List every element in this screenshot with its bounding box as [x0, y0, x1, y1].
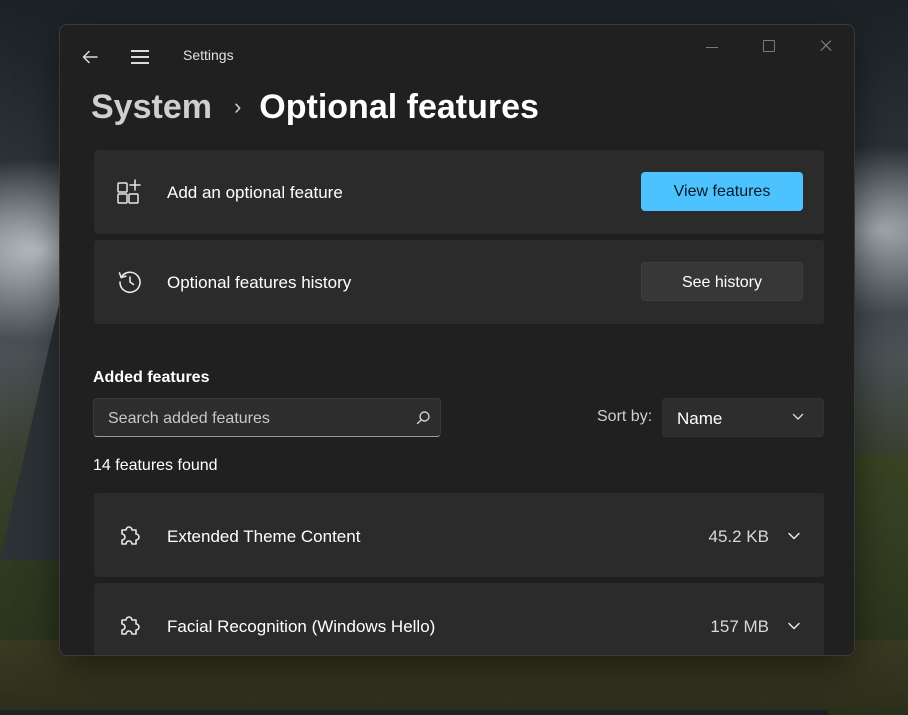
features-found-count: 14 features found: [93, 457, 218, 474]
search-added-features-box[interactable]: [93, 398, 441, 437]
puzzle-icon: [121, 616, 140, 635]
minimize-button[interactable]: [690, 33, 736, 61]
window-title: Settings: [183, 47, 234, 63]
close-button[interactable]: [803, 33, 849, 61]
add-optional-feature-label: Add an optional feature: [167, 183, 343, 202]
breadcrumb-separator-icon: ›: [233, 94, 242, 119]
optional-features-history-label: Optional features history: [167, 273, 352, 292]
breadcrumb-system-link[interactable]: System: [91, 88, 212, 127]
search-icon[interactable]: [415, 410, 431, 426]
add-apps-icon: [117, 179, 141, 204]
back-arrow-icon: [82, 50, 98, 64]
view-features-button[interactable]: View features: [641, 172, 803, 211]
back-button[interactable]: [78, 45, 102, 69]
add-optional-feature-card: Add an optional feature View features: [93, 149, 825, 235]
feature-row-extended-theme-content[interactable]: Extended Theme Content 45.2 KB: [93, 492, 825, 578]
puzzle-icon: [121, 526, 140, 545]
page-title: Optional features: [259, 87, 539, 126]
chevron-down-icon: [792, 413, 804, 420]
feature-name: Extended Theme Content: [167, 527, 361, 546]
hamburger-icon: [131, 50, 149, 52]
feature-size: 157 MB: [710, 617, 769, 636]
feature-row-facial-recognition[interactable]: Facial Recognition (Windows Hello) 157 M…: [93, 582, 825, 655]
chevron-down-icon[interactable]: [787, 619, 801, 633]
sort-by-dropdown[interactable]: Name: [662, 398, 824, 437]
breadcrumb: System › Optional features: [91, 83, 539, 131]
feature-size: 45.2 KB: [708, 527, 770, 546]
sort-by-value: Name: [677, 409, 723, 428]
search-input[interactable]: [106, 407, 410, 431]
navigation-menu-button[interactable]: [128, 45, 152, 69]
title-bar[interactable]: Settings: [60, 25, 854, 85]
feature-name: Facial Recognition (Windows Hello): [167, 617, 436, 636]
chevron-down-icon[interactable]: [787, 529, 801, 543]
history-icon: [118, 271, 141, 294]
added-features-heading: Added features: [93, 369, 210, 386]
settings-window: Settings System › Optional features Add …: [59, 24, 855, 656]
sort-by-label: Sort by:: [597, 408, 653, 425]
see-history-button[interactable]: See history: [641, 262, 803, 301]
maximize-button[interactable]: [746, 33, 792, 61]
optional-features-history-card: Optional features history See history: [93, 239, 825, 325]
